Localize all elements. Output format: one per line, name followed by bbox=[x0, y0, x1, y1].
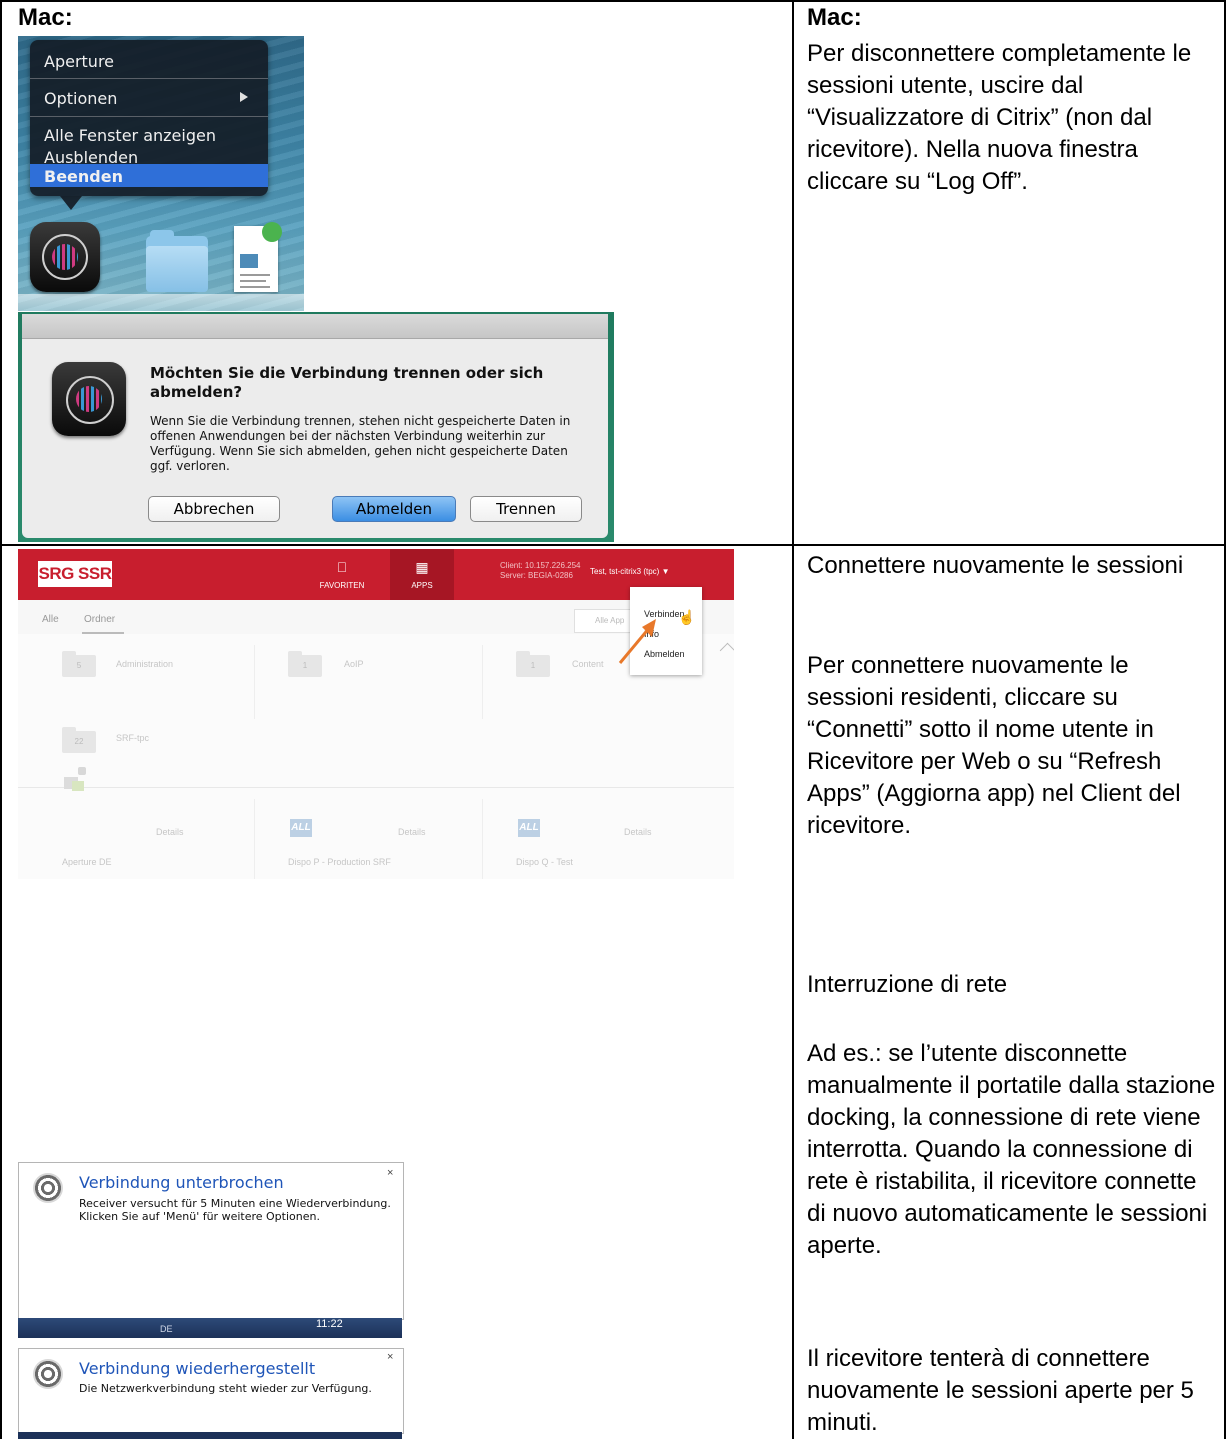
app-details-link[interactable]: Details bbox=[156, 827, 184, 837]
scroll-up-icon[interactable] bbox=[719, 642, 734, 659]
mac-dock-screenshot: Aperture Optionen Alle Fenster anzeigen … bbox=[18, 36, 304, 311]
orange-arrow-icon bbox=[618, 619, 656, 664]
mac-label-left: Mac: bbox=[18, 4, 73, 31]
app-details-link[interactable]: Details bbox=[624, 827, 652, 837]
mac-instructions: Per disconnettere completamente le sessi… bbox=[807, 40, 1192, 195]
toast-connection-interrupted: Verbindung unterbrochen Receiver versuch… bbox=[18, 1162, 404, 1320]
dialog-message: Wenn Sie die Verbindung trennen, stehen … bbox=[150, 414, 571, 473]
network-retry-text: Il ricevitore tenterà di connettere nuov… bbox=[807, 1345, 1194, 1436]
table-top-border bbox=[0, 0, 1226, 2]
citrix-viewer-icon bbox=[52, 362, 126, 436]
menu-item-alle-fenster[interactable]: Alle Fenster anzeigen bbox=[44, 126, 216, 145]
app-name: Dispo Q - Test bbox=[516, 857, 573, 867]
folder-label: Administration bbox=[116, 659, 174, 669]
windows-taskbar: DE 11:22 bbox=[18, 1318, 402, 1338]
grid-icon: ▦ bbox=[415, 559, 429, 575]
menu-item-aperture[interactable]: Aperture bbox=[44, 52, 114, 71]
reconnect-title: Connettere nuovamente le sessioni bbox=[807, 552, 1184, 579]
mac-label-right: Mac: bbox=[807, 4, 862, 31]
toast-title: Verbindung wiederhergestellt bbox=[79, 1359, 316, 1378]
folder-icon[interactable] bbox=[146, 228, 208, 294]
dock-shelf bbox=[18, 294, 304, 311]
disconnect-dialog: Möchten Sie die Verbindung trennen oder … bbox=[22, 314, 608, 538]
logoff-button[interactable]: Abmelden bbox=[332, 496, 456, 522]
all-app-icon[interactable]: ALL bbox=[290, 819, 312, 837]
submenu-arrow-icon bbox=[240, 92, 248, 102]
windows-taskbar bbox=[18, 1432, 402, 1439]
mac-dialog-screenshot: Möchten Sie die Verbindung trennen oder … bbox=[18, 312, 614, 542]
srg-ssr-logo: SRG SSR bbox=[38, 561, 112, 587]
app-name: Aperture DE bbox=[62, 857, 112, 867]
table-column-divider bbox=[792, 0, 794, 1439]
bookmark-icon: ⎕ bbox=[337, 559, 347, 575]
tab-apps[interactable]: ▦ APPS bbox=[390, 549, 454, 600]
disconnect-button[interactable]: Trennen bbox=[470, 496, 582, 522]
aperture-app-icon[interactable] bbox=[64, 767, 90, 793]
close-icon[interactable]: × bbox=[387, 1351, 393, 1363]
subtab-alle[interactable]: Alle bbox=[42, 614, 59, 625]
cancel-button[interactable]: Abbrechen bbox=[148, 496, 280, 522]
receiver-icon bbox=[33, 1173, 63, 1203]
table-left-border bbox=[0, 0, 2, 1439]
folder-label: Content bbox=[572, 659, 604, 669]
toast-connection-restored: Verbindung wiederhergestellt Die Netzwer… bbox=[18, 1348, 404, 1434]
toast-message: Receiver versucht für 5 Minuten eine Wie… bbox=[79, 1197, 391, 1223]
receiver-web-screenshot: SRG SSR ⎕ FAVORITEN ▦ APPS Client: 10.15… bbox=[18, 549, 734, 879]
taskbar-clock: 11:22 bbox=[316, 1318, 343, 1330]
network-title: Interruzione di rete bbox=[807, 971, 1008, 998]
hand-cursor-icon: ☝ bbox=[678, 609, 696, 625]
menu-item-beenden[interactable]: Beenden bbox=[44, 167, 123, 186]
subtab-ordner[interactable]: Ordner bbox=[84, 614, 115, 625]
citrix-viewer-app-icon[interactable] bbox=[30, 222, 100, 292]
close-icon[interactable]: × bbox=[387, 1167, 393, 1179]
receiver-icon bbox=[33, 1359, 63, 1389]
network-text: Ad es.: se l’utente disconnette manualme… bbox=[807, 1040, 1216, 1259]
client-info: Client: 10.157.226.254 Server: BEGIA-028… bbox=[500, 561, 581, 580]
toast-message: Die Netzwerkverbindung steht wieder zur … bbox=[79, 1382, 372, 1395]
menu-item-optionen[interactable]: Optionen bbox=[44, 89, 117, 108]
document-icon[interactable] bbox=[234, 222, 282, 292]
table-row-divider bbox=[0, 544, 1226, 546]
folder-content[interactable]: 1 bbox=[516, 651, 550, 677]
tab-favoriten[interactable]: ⎕ FAVORITEN bbox=[314, 549, 370, 600]
folder-aoip[interactable]: 1 bbox=[288, 651, 322, 677]
app-details-link[interactable]: Details bbox=[398, 827, 426, 837]
user-menu[interactable]: Test, tst-citrix3 (tpc) ▼ bbox=[590, 567, 669, 576]
folder-label: AoIP bbox=[344, 659, 364, 669]
folder-label: SRF-tpc bbox=[116, 733, 150, 743]
toast-title: Verbindung unterbrochen bbox=[79, 1173, 284, 1192]
all-app-icon[interactable]: ALL bbox=[518, 819, 540, 837]
dialog-title: Möchten Sie die Verbindung trennen oder … bbox=[150, 364, 544, 401]
folder-srf-tpc[interactable]: 22 bbox=[62, 727, 96, 753]
dock-context-menu: Aperture Optionen Alle Fenster anzeigen … bbox=[30, 40, 268, 210]
folder-administration[interactable]: 5 bbox=[62, 651, 96, 677]
app-name: Dispo P - Production SRF bbox=[288, 857, 391, 867]
reconnect-instructions: Per connettere nuovamente le sessioni re… bbox=[807, 652, 1181, 839]
